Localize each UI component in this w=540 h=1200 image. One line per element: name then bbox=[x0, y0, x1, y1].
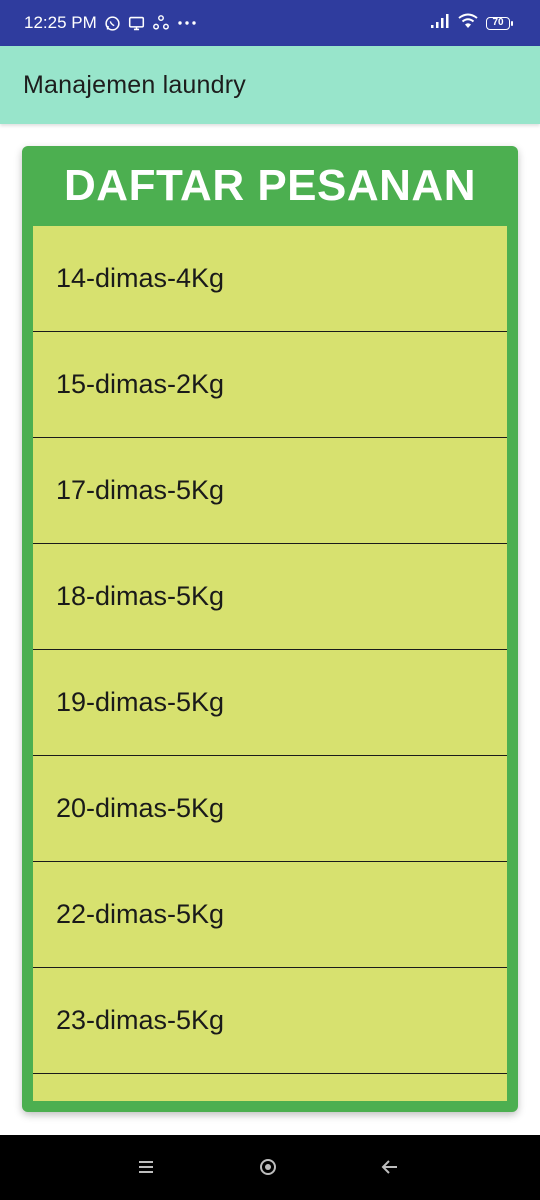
app-bar: Manajemen laundry bbox=[0, 46, 540, 124]
whatsapp-icon bbox=[104, 15, 121, 32]
list-item[interactable]: 14-dimas-4Kg bbox=[33, 226, 507, 332]
wifi-icon bbox=[458, 13, 478, 34]
list-item[interactable] bbox=[33, 1074, 507, 1101]
status-left: 12:25 PM bbox=[24, 13, 197, 33]
more-dots-icon bbox=[177, 20, 197, 26]
list-item[interactable]: 20-dimas-5Kg bbox=[33, 756, 507, 862]
list-item-label: 20-dimas-5Kg bbox=[56, 793, 225, 823]
menu-icon[interactable] bbox=[134, 1155, 158, 1179]
screen-icon bbox=[128, 15, 145, 32]
app-title: Manajemen laundry bbox=[23, 70, 246, 99]
list-item-label: 23-dimas-5Kg bbox=[56, 1005, 225, 1035]
battery-icon: 70 bbox=[486, 16, 513, 30]
list-item-label: 15-dimas-2Kg bbox=[56, 369, 225, 399]
signal-icon bbox=[430, 13, 450, 33]
list-item[interactable]: 23-dimas-5Kg bbox=[33, 968, 507, 1074]
list-item-label: 22-dimas-5Kg bbox=[56, 899, 225, 929]
list-item-label: 19-dimas-5Kg bbox=[56, 687, 225, 717]
list-item[interactable]: 18-dimas-5Kg bbox=[33, 544, 507, 650]
card-title: DAFTAR PESANAN bbox=[64, 161, 476, 210]
sync-icon bbox=[152, 14, 170, 32]
back-icon[interactable] bbox=[378, 1155, 402, 1179]
navigation-bar bbox=[0, 1135, 540, 1200]
status-time: 12:25 PM bbox=[24, 13, 97, 32]
orders-card: DAFTAR PESANAN 14-dimas-4Kg 15-dimas-2Kg… bbox=[22, 146, 518, 1112]
status-bar: 12:25 PM 70 bbox=[0, 0, 540, 46]
list-item[interactable]: 19-dimas-5Kg bbox=[33, 650, 507, 756]
battery-level: 70 bbox=[492, 17, 504, 28]
orders-list[interactable]: 14-dimas-4Kg 15-dimas-2Kg 17-dimas-5Kg 1… bbox=[33, 226, 507, 1101]
status-right: 70 bbox=[430, 13, 513, 34]
list-item-label: 17-dimas-5Kg bbox=[56, 475, 225, 505]
list-item[interactable]: 22-dimas-5Kg bbox=[33, 862, 507, 968]
list-item-label: 18-dimas-5Kg bbox=[56, 581, 225, 611]
list-item[interactable]: 17-dimas-5Kg bbox=[33, 438, 507, 544]
home-icon[interactable] bbox=[256, 1155, 280, 1179]
list-item-label: 14-dimas-4Kg bbox=[56, 263, 225, 293]
list-item[interactable]: 15-dimas-2Kg bbox=[33, 332, 507, 438]
